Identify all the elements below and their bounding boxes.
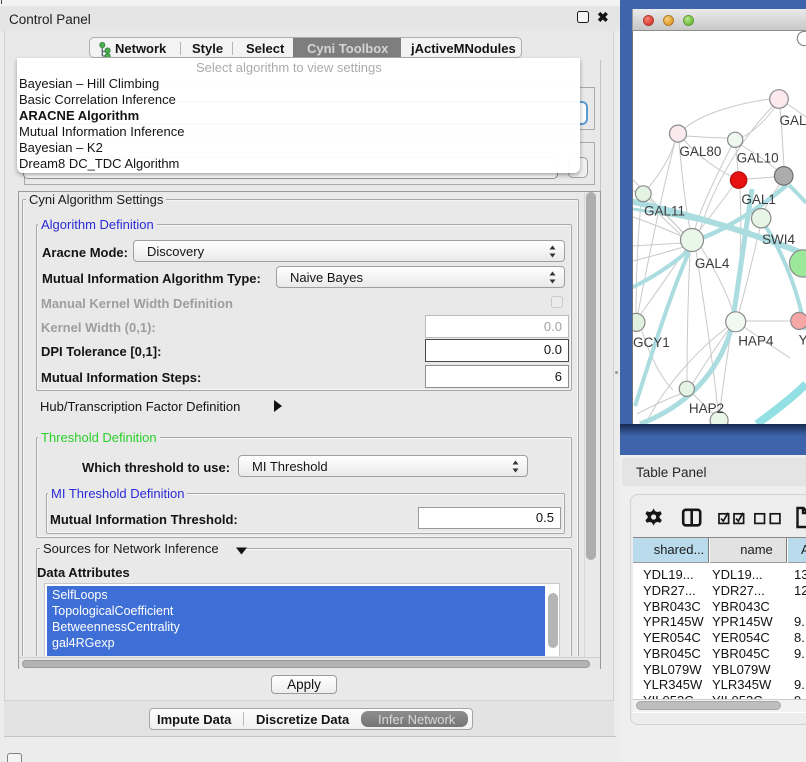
svg-text:GAL10: GAL10 xyxy=(737,151,779,166)
svg-text:HAP2: HAP2 xyxy=(689,401,724,416)
svg-text:HAP4: HAP4 xyxy=(738,334,774,349)
svg-text:GCY1: GCY1 xyxy=(633,335,670,350)
svg-text:GAL7: GAL7 xyxy=(780,113,806,128)
svg-text:GAL4: GAL4 xyxy=(695,256,730,271)
svg-text:SWI4: SWI4 xyxy=(762,232,795,247)
svg-text:GAL1: GAL1 xyxy=(741,192,776,207)
svg-text:GAL80: GAL80 xyxy=(679,144,721,159)
svg-text:GAL11: GAL11 xyxy=(644,204,685,219)
svg-text:Y: Y xyxy=(799,333,806,348)
